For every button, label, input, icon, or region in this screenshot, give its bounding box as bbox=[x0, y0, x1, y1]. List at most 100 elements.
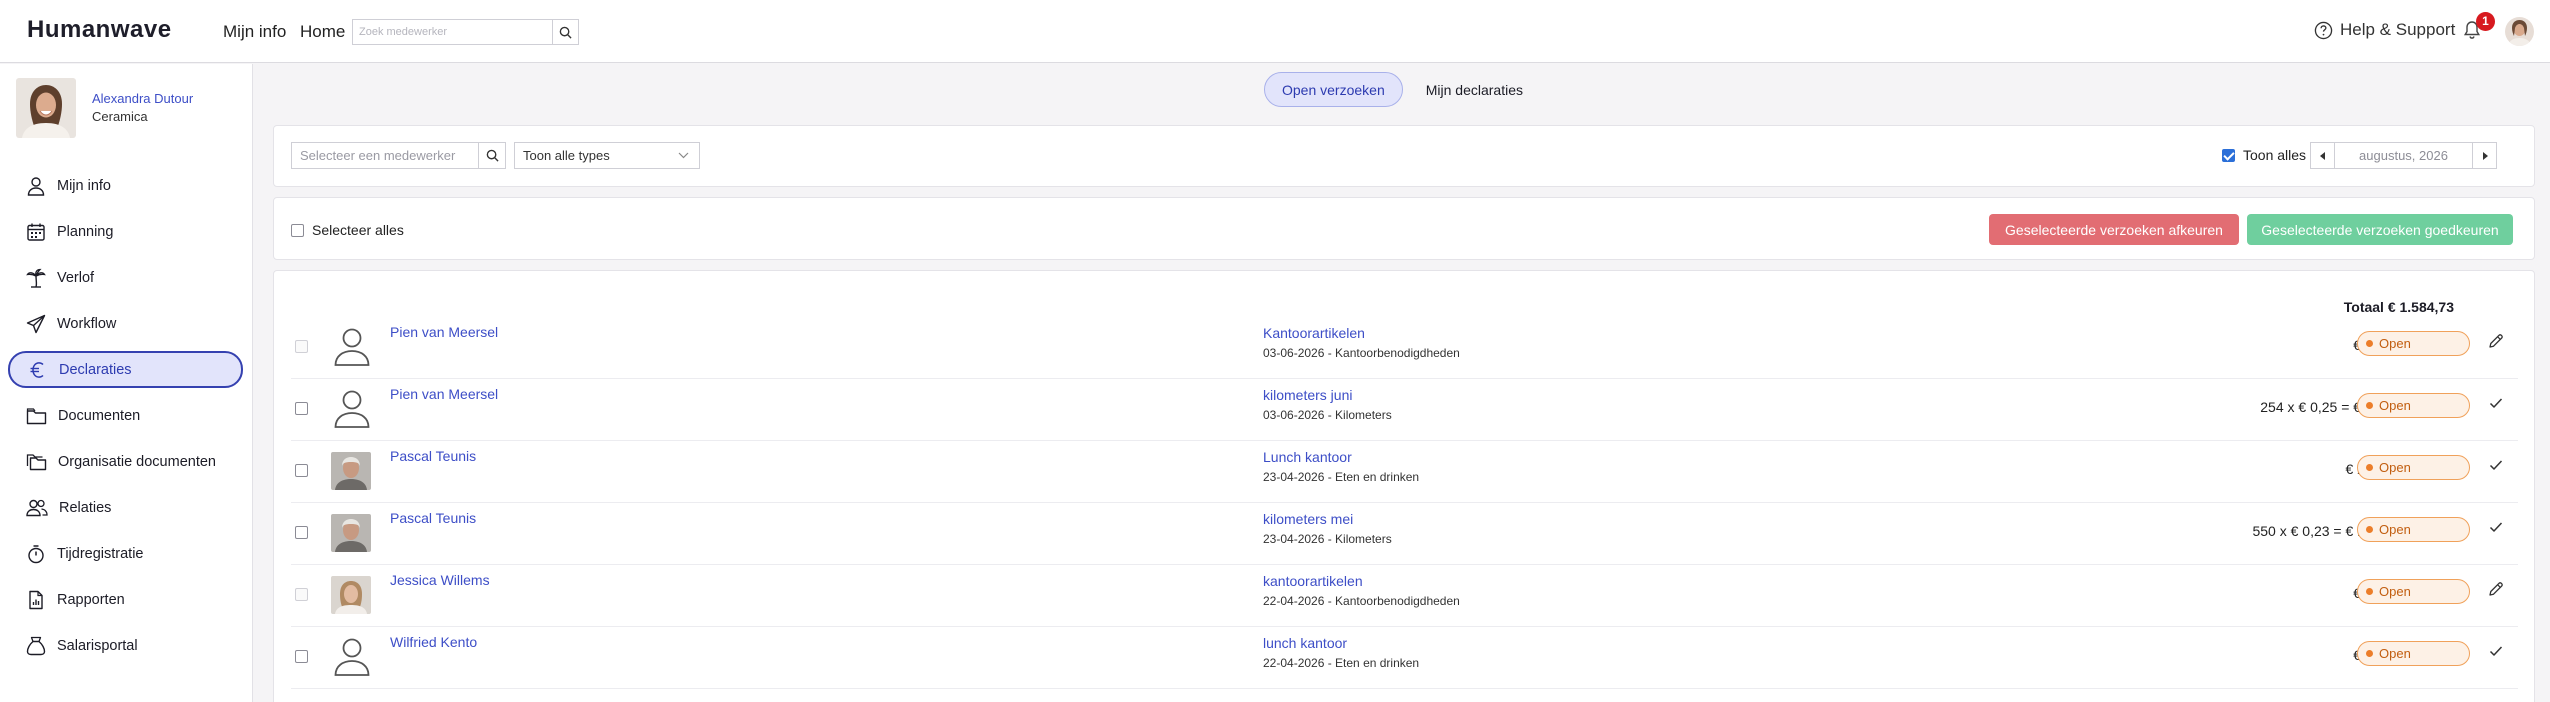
employee-name[interactable]: Pascal Teunis bbox=[390, 510, 476, 526]
row-checkbox[interactable] bbox=[295, 650, 308, 663]
nav-home[interactable]: Home bbox=[300, 22, 345, 42]
top-bar: Humanwave Mijn info Home Help & Support … bbox=[0, 0, 2550, 63]
request-row: Wilfried Kento lunch kantoor 22-04-2026 - … bbox=[291, 627, 2518, 689]
user-avatar[interactable] bbox=[2505, 17, 2534, 46]
request-description[interactable]: kantoorartikelen bbox=[1263, 573, 1363, 589]
status-badge[interactable]: Open bbox=[2357, 331, 2470, 356]
avatar-placeholder-icon bbox=[331, 387, 373, 429]
select-all-checkbox[interactable] bbox=[291, 223, 304, 237]
request-description[interactable]: kilometers mei bbox=[1263, 511, 1353, 527]
employee-search bbox=[352, 19, 579, 45]
employee-name[interactable]: Pien van Meersel bbox=[390, 386, 498, 402]
sidebar-item-tijdregistratie[interactable]: Tijdregistratie bbox=[8, 535, 243, 572]
approve-button[interactable] bbox=[2488, 643, 2504, 664]
filter-search-button[interactable] bbox=[479, 142, 506, 169]
row-checkbox[interactable] bbox=[295, 464, 308, 477]
status-dot-icon bbox=[2366, 588, 2373, 595]
stopwatch-icon bbox=[28, 544, 44, 563]
reject-selected-button[interactable]: Geselecteerde verzoeken afkeuren bbox=[1989, 214, 2239, 245]
person-icon bbox=[27, 176, 45, 196]
request-meta: 23-04-2026 - Eten en drinken bbox=[1263, 470, 1420, 484]
profile-organization: Ceramica bbox=[92, 109, 148, 124]
status-dot-icon bbox=[2366, 402, 2373, 409]
approve-selected-button[interactable]: Geselecteerde verzoeken goedkeuren bbox=[2247, 214, 2513, 245]
employee-name[interactable]: Pascal Teunis bbox=[390, 448, 476, 464]
status-badge[interactable]: Open bbox=[2357, 579, 2470, 604]
sidebar-item-workflow[interactable]: Workflow bbox=[8, 305, 243, 342]
row-checkbox[interactable] bbox=[295, 402, 308, 415]
status-badge[interactable]: Open bbox=[2357, 517, 2470, 542]
avatar-placeholder-icon bbox=[331, 635, 373, 677]
approve-button[interactable] bbox=[2488, 457, 2504, 478]
tab-bar: Open verzoeken Mijn declaraties bbox=[1264, 72, 1540, 107]
employee-filter-input[interactable] bbox=[292, 143, 472, 168]
sidebar-item-label: Verlof bbox=[57, 269, 95, 286]
sidebar-item-label: Declaraties bbox=[59, 361, 132, 378]
employee-filter bbox=[291, 142, 479, 169]
request-meta: 03-06-2026 - Kantoorbenodigdheden bbox=[1263, 346, 1460, 360]
status-label: Open bbox=[2379, 398, 2411, 413]
sidebar-item-organisatie-documenten[interactable]: Organisatie documenten bbox=[8, 443, 243, 480]
search-icon bbox=[559, 26, 572, 39]
report-icon bbox=[29, 590, 43, 609]
sidebar-item-verlof[interactable]: Verlof bbox=[8, 259, 243, 296]
sidebar-item-mijn-info[interactable]: Mijn info bbox=[8, 167, 243, 204]
request-description[interactable]: lunch kantoor bbox=[1263, 635, 1347, 651]
employee-name[interactable]: Jessica Willems bbox=[390, 572, 490, 588]
status-badge[interactable]: Open bbox=[2357, 455, 2470, 480]
edit-button[interactable] bbox=[2488, 333, 2504, 354]
status-badge[interactable]: Open bbox=[2357, 641, 2470, 666]
edit-button[interactable] bbox=[2488, 581, 2504, 602]
profile-name[interactable]: Alexandra Dutour bbox=[92, 91, 193, 106]
help-label: Help & Support bbox=[2340, 20, 2456, 39]
row-checkbox bbox=[295, 340, 308, 353]
type-select-value: Toon alle types bbox=[523, 148, 610, 163]
chevron-down-icon bbox=[678, 152, 689, 159]
status-label: Open bbox=[2379, 522, 2411, 537]
employee-name[interactable]: Wilfried Kento bbox=[390, 634, 477, 650]
approve-button[interactable] bbox=[2488, 395, 2504, 416]
sidebar-item-documenten[interactable]: Documenten bbox=[8, 397, 243, 434]
logo[interactable]: Humanwave bbox=[27, 16, 172, 44]
request-description[interactable]: kilometers juni bbox=[1263, 387, 1352, 403]
question-circle-icon bbox=[2314, 21, 2333, 39]
help-support-link[interactable]: Help & Support bbox=[2314, 20, 2455, 40]
show-all-toggle[interactable]: Toon alles bbox=[2222, 147, 2306, 163]
sidebar-item-rapporten[interactable]: Rapporten bbox=[8, 581, 243, 618]
total-amount: Totaal € 1.584,73 bbox=[2343, 299, 2454, 315]
status-label: Open bbox=[2379, 336, 2411, 351]
approve-button[interactable] bbox=[2488, 519, 2504, 540]
caret-left-icon bbox=[2319, 151, 2325, 160]
request-description[interactable]: Kantoorartikelen bbox=[1263, 325, 1365, 341]
status-badge[interactable]: Open bbox=[2357, 393, 2470, 418]
notification-badge: 1 bbox=[2476, 12, 2495, 31]
type-select[interactable]: Toon alle types bbox=[514, 142, 700, 169]
profile-photo[interactable] bbox=[16, 78, 76, 138]
employee-search-input[interactable] bbox=[353, 20, 553, 44]
select-all-label: Selecteer alles bbox=[312, 222, 404, 238]
request-meta: 03-06-2026 - Kilometers bbox=[1263, 408, 1392, 422]
sidebar: Alexandra Dutour Ceramica Mijn info Plan… bbox=[0, 64, 253, 702]
previous-month-button[interactable] bbox=[2311, 143, 2335, 168]
request-row: Pien van Meersel Kantoorartikelen 03-06-20… bbox=[291, 317, 2518, 379]
show-all-checkbox[interactable] bbox=[2222, 148, 2235, 162]
request-row: Pascal Teunis Lunch kantoor 23-04-2026 - E… bbox=[291, 441, 2518, 503]
sidebar-item-label: Planning bbox=[57, 223, 114, 240]
nav-mijn-info[interactable]: Mijn info bbox=[223, 22, 286, 42]
sidebar-item-relaties[interactable]: Relaties bbox=[8, 489, 243, 526]
sidebar-item-planning[interactable]: Planning bbox=[8, 213, 243, 250]
sidebar-item-declaraties[interactable]: Declaraties bbox=[8, 351, 243, 388]
sidebar-item-label: Tijdregistratie bbox=[57, 545, 144, 562]
next-month-button[interactable] bbox=[2472, 143, 2496, 168]
employee-name[interactable]: Pien van Meersel bbox=[390, 324, 498, 340]
sidebar-item-salarisportal[interactable]: Salarisportal bbox=[8, 627, 243, 664]
request-description[interactable]: Lunch kantoor bbox=[1263, 449, 1352, 465]
sidebar-item-label: Documenten bbox=[58, 407, 141, 424]
tab-open-verzoeken[interactable]: Open verzoeken bbox=[1264, 72, 1403, 107]
tab-mijn-declaraties[interactable]: Mijn declaraties bbox=[1409, 72, 1540, 107]
row-checkbox[interactable] bbox=[295, 526, 308, 539]
search-button[interactable] bbox=[552, 20, 578, 44]
sidebar-item-label: Salarisportal bbox=[57, 637, 138, 654]
check-icon bbox=[2489, 460, 2503, 470]
select-all-toggle[interactable]: Selecteer alles bbox=[291, 222, 404, 238]
